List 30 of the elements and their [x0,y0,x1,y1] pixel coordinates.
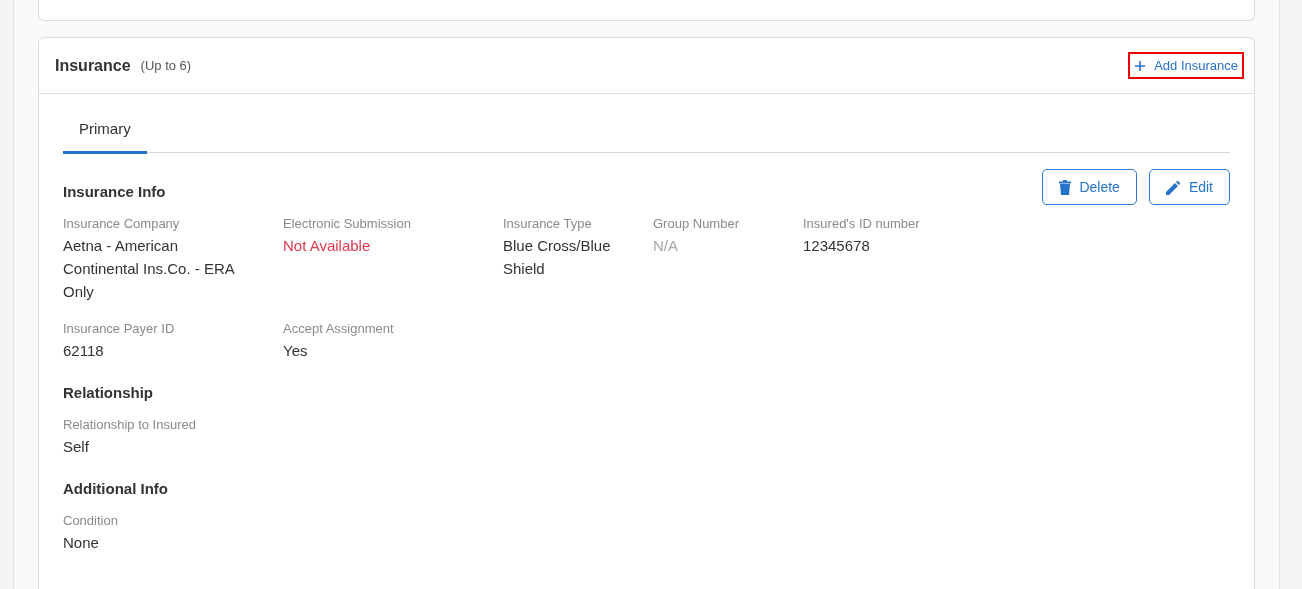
field-label: Insured's ID number [803,216,921,231]
field-value: Self [63,437,90,457]
field-label: Insurance Company [63,216,181,231]
group-title: Additional Info [63,480,168,497]
field-label: Insurance Payer ID [63,321,176,336]
section-title: Insurance [55,56,131,75]
edit-button[interactable]: Edit [1148,169,1230,205]
field-value: N/A [653,236,679,256]
delete-button[interactable]: Delete [1042,169,1137,205]
field-value: 12345678 [803,236,871,256]
plus-icon [1134,59,1147,72]
trash-icon [1059,179,1072,195]
group-title: Relationship [63,384,153,401]
field-value: None [63,533,100,553]
add-insurance-button[interactable]: Add Insurance [1128,52,1244,79]
field-value: Yes [283,341,309,361]
field-value: Not Available [283,236,372,256]
field-label: Insurance Type [503,216,593,231]
field-value: 62118 [63,341,105,361]
field-value: Blue Cross/Blue Shield [503,236,612,279]
section-subtitle: (Up to 6) [140,58,192,73]
field-label: Relationship to Insured [63,417,197,432]
field-label: Condition [63,513,119,528]
group-title: Insurance Info [63,183,166,200]
field-label: Group Number [653,216,740,231]
pencil-icon [1165,179,1181,195]
field-label: Accept Assignment [283,321,395,336]
tab[interactable]: Primary [63,112,147,154]
field-label: Electronic Submission [283,216,412,231]
field-value: Aetna - American Continental Ins.Co. - ERA Only [63,236,236,302]
